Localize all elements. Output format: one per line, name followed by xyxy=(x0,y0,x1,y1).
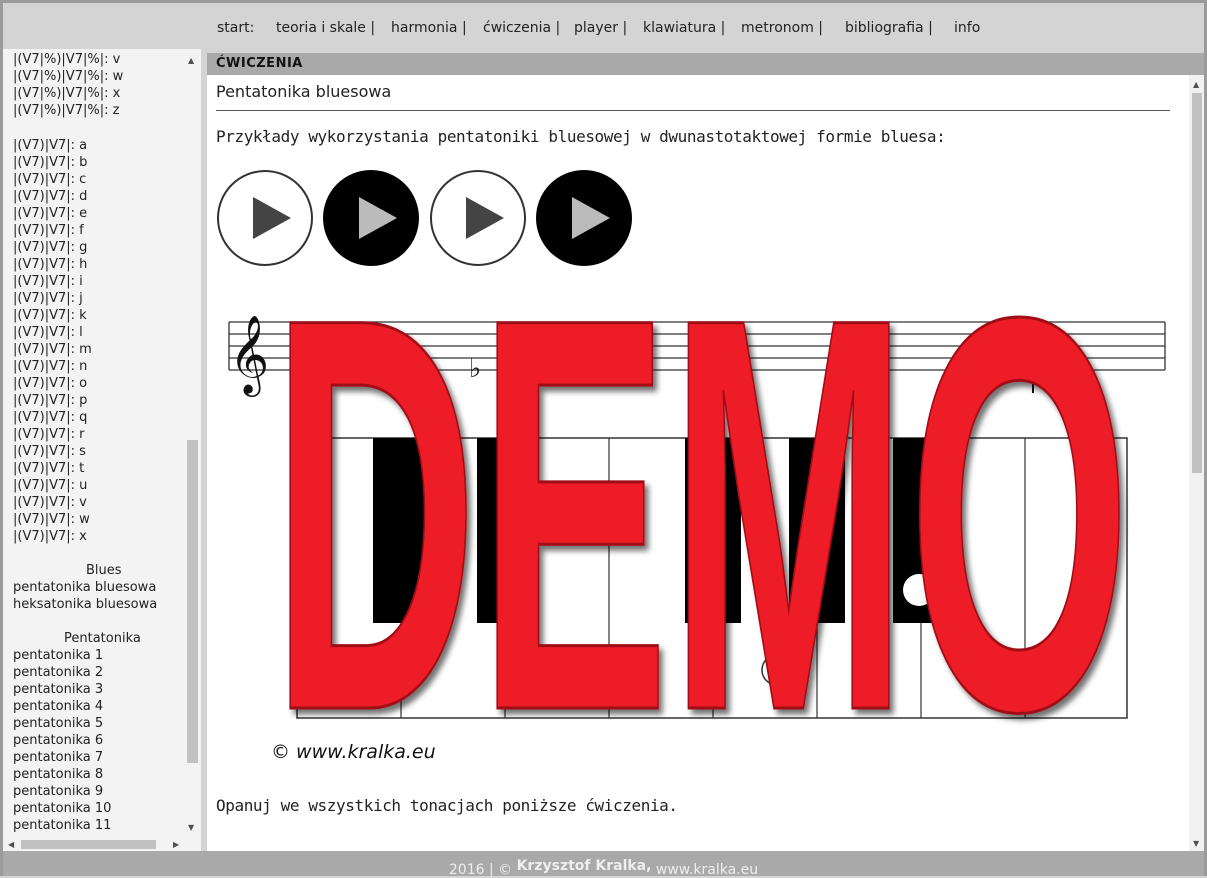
sidebar-item[interactable]: pentatonika 3 xyxy=(13,682,103,697)
sidebar-item[interactable]: |(V7)|V7|: k xyxy=(13,308,87,323)
sidebar-hscroll-thumb[interactable] xyxy=(21,840,156,849)
sidebar-item[interactable]: pentatonika 1 xyxy=(13,648,103,663)
sidebar-item[interactable]: |(V7)|V7|: o xyxy=(13,376,87,391)
outro-text: Opanuj we wszystkich tonacjach poniższe … xyxy=(216,796,678,815)
nav-klawiatura[interactable]: klawiatura | xyxy=(643,20,725,36)
title-divider xyxy=(216,110,1170,111)
nav-harmonia[interactable]: harmonia | xyxy=(391,20,467,36)
demo-watermark-text: DEMO xyxy=(271,201,1131,733)
sidebar-item[interactable]: pentatonika 2 xyxy=(13,665,103,680)
sidebar-item[interactable]: |(V7)|V7|: i xyxy=(13,274,83,289)
scroll-left-arrow-icon[interactable]: ◀ xyxy=(8,840,14,849)
sidebar-item[interactable]: |(V7)|V7|: j xyxy=(13,291,83,306)
sidebar-heading-pentatonika: Pentatonika xyxy=(64,631,141,646)
sidebar-item[interactable]: |(V7)|V7|: q xyxy=(13,410,87,425)
scroll-right-arrow-icon[interactable]: ▶ xyxy=(173,840,179,849)
sidebar-item[interactable]: |(V7)|V7|: n xyxy=(13,359,87,374)
sidebar-item[interactable]: pentatonika 4 xyxy=(13,699,103,714)
sidebar: |(V7|%)|V7|%|: v |(V7|%)|V7|%|: w |(V7|%… xyxy=(3,49,201,851)
sidebar-item[interactable]: |(V7)|V7|: u xyxy=(13,478,87,493)
sidebar-item[interactable]: |(V7)|V7|: s xyxy=(13,444,86,459)
footer-author: Krzysztof Kralka, xyxy=(516,858,652,874)
footer: 2016 | © Krzysztof Kralka, www.kralka.eu xyxy=(3,851,1204,878)
scroll-down-arrow-icon[interactable]: ▼ xyxy=(188,823,194,832)
image-copyright: © www.kralka.eu xyxy=(271,741,436,763)
nav-teoria-i-skale[interactable]: teoria i skale | xyxy=(276,20,375,36)
nav-bibliografia[interactable]: bibliografia | xyxy=(845,20,933,36)
scroll-up-arrow-icon[interactable]: ▲ xyxy=(188,56,194,65)
section-header: ĆWICZENIA xyxy=(207,53,1204,75)
sidebar-item[interactable]: heksatonika bluesowa xyxy=(13,597,157,612)
sidebar-item[interactable]: pentatonika 8 xyxy=(13,767,103,782)
sidebar-item[interactable]: |(V7)|V7|: x xyxy=(13,529,87,544)
sidebar-item[interactable]: |(V7)|V7|: d xyxy=(13,189,87,204)
intro-text: Przykłady wykorzystania pentatoniki blue… xyxy=(216,127,946,146)
scroll-down-arrow-icon[interactable]: ▼ xyxy=(1193,839,1199,848)
nav-metronom[interactable]: metronom | xyxy=(741,20,823,36)
page-title: Pentatonika bluesowa xyxy=(216,82,392,101)
sidebar-item[interactable]: |(V7)|V7|: m xyxy=(13,342,92,357)
sidebar-item[interactable]: |(V7)|V7|: l xyxy=(13,325,83,340)
top-nav: start: teoria i skale | harmonia | ćwicz… xyxy=(3,3,1204,49)
nav-info[interactable]: info xyxy=(954,20,980,36)
main-scroll-thumb[interactable] xyxy=(1192,93,1202,473)
sidebar-item[interactable]: |(V7)|V7|: p xyxy=(13,393,87,408)
sidebar-item[interactable]: |(V7)|V7|: g xyxy=(13,240,87,255)
sidebar-item[interactable]: |(V7|%)|V7|%|: z xyxy=(13,103,119,118)
sidebar-item[interactable]: pentatonika 9 xyxy=(13,784,103,799)
sidebar-item[interactable]: |(V7|%)|V7|%|: v xyxy=(13,52,120,67)
demo-watermark: DEMO xyxy=(270,200,1133,734)
sidebar-item[interactable]: |(V7)|V7|: v xyxy=(13,495,87,510)
sidebar-heading-blues: Blues xyxy=(86,563,122,578)
sidebar-item[interactable]: |(V7)|V7|: e xyxy=(13,206,87,221)
sidebar-item[interactable]: pentatonika bluesowa xyxy=(13,580,156,595)
sidebar-scroll-thumb[interactable] xyxy=(187,440,198,763)
sidebar-item[interactable]: |(V7)|V7|: f xyxy=(13,223,84,238)
sidebar-item[interactable]: pentatonika 7 xyxy=(13,750,103,765)
nav-player[interactable]: player | xyxy=(574,20,627,36)
sidebar-item[interactable]: pentatonika 10 xyxy=(13,801,111,816)
sidebar-item[interactable]: pentatonika 11 xyxy=(13,818,111,833)
sidebar-item[interactable]: pentatonika 5 xyxy=(13,716,103,731)
sidebar-item[interactable]: |(V7)|V7|: r xyxy=(13,427,84,442)
sidebar-item[interactable]: |(V7)|V7|: h xyxy=(13,257,87,272)
sidebar-item[interactable]: |(V7)|V7|: t xyxy=(13,461,84,476)
nav-cwiczenia[interactable]: ćwiczenia | xyxy=(483,20,560,36)
sidebar-item[interactable]: |(V7)|V7|: a xyxy=(13,138,87,153)
page-frame: start: teoria i skale | harmonia | ćwicz… xyxy=(0,0,1207,878)
sidebar-item[interactable]: |(V7)|V7|: b xyxy=(13,155,87,170)
scroll-up-arrow-icon[interactable]: ▲ xyxy=(1193,80,1199,89)
sidebar-item[interactable]: pentatonika 6 xyxy=(13,733,103,748)
section-title: ĆWICZENIA xyxy=(216,56,303,71)
sidebar-item[interactable]: |(V7|%)|V7|%|: x xyxy=(13,86,120,101)
sidebar-item[interactable]: |(V7|%)|V7|%|: w xyxy=(13,69,123,84)
sidebar-item[interactable]: |(V7)|V7|: c xyxy=(13,172,86,187)
nav-start-label: start: xyxy=(217,20,255,36)
sidebar-item[interactable]: |(V7)|V7|: w xyxy=(13,512,90,527)
footer-text: 2016 | © Krzysztof Kralka, www.kralka.eu xyxy=(449,858,758,878)
